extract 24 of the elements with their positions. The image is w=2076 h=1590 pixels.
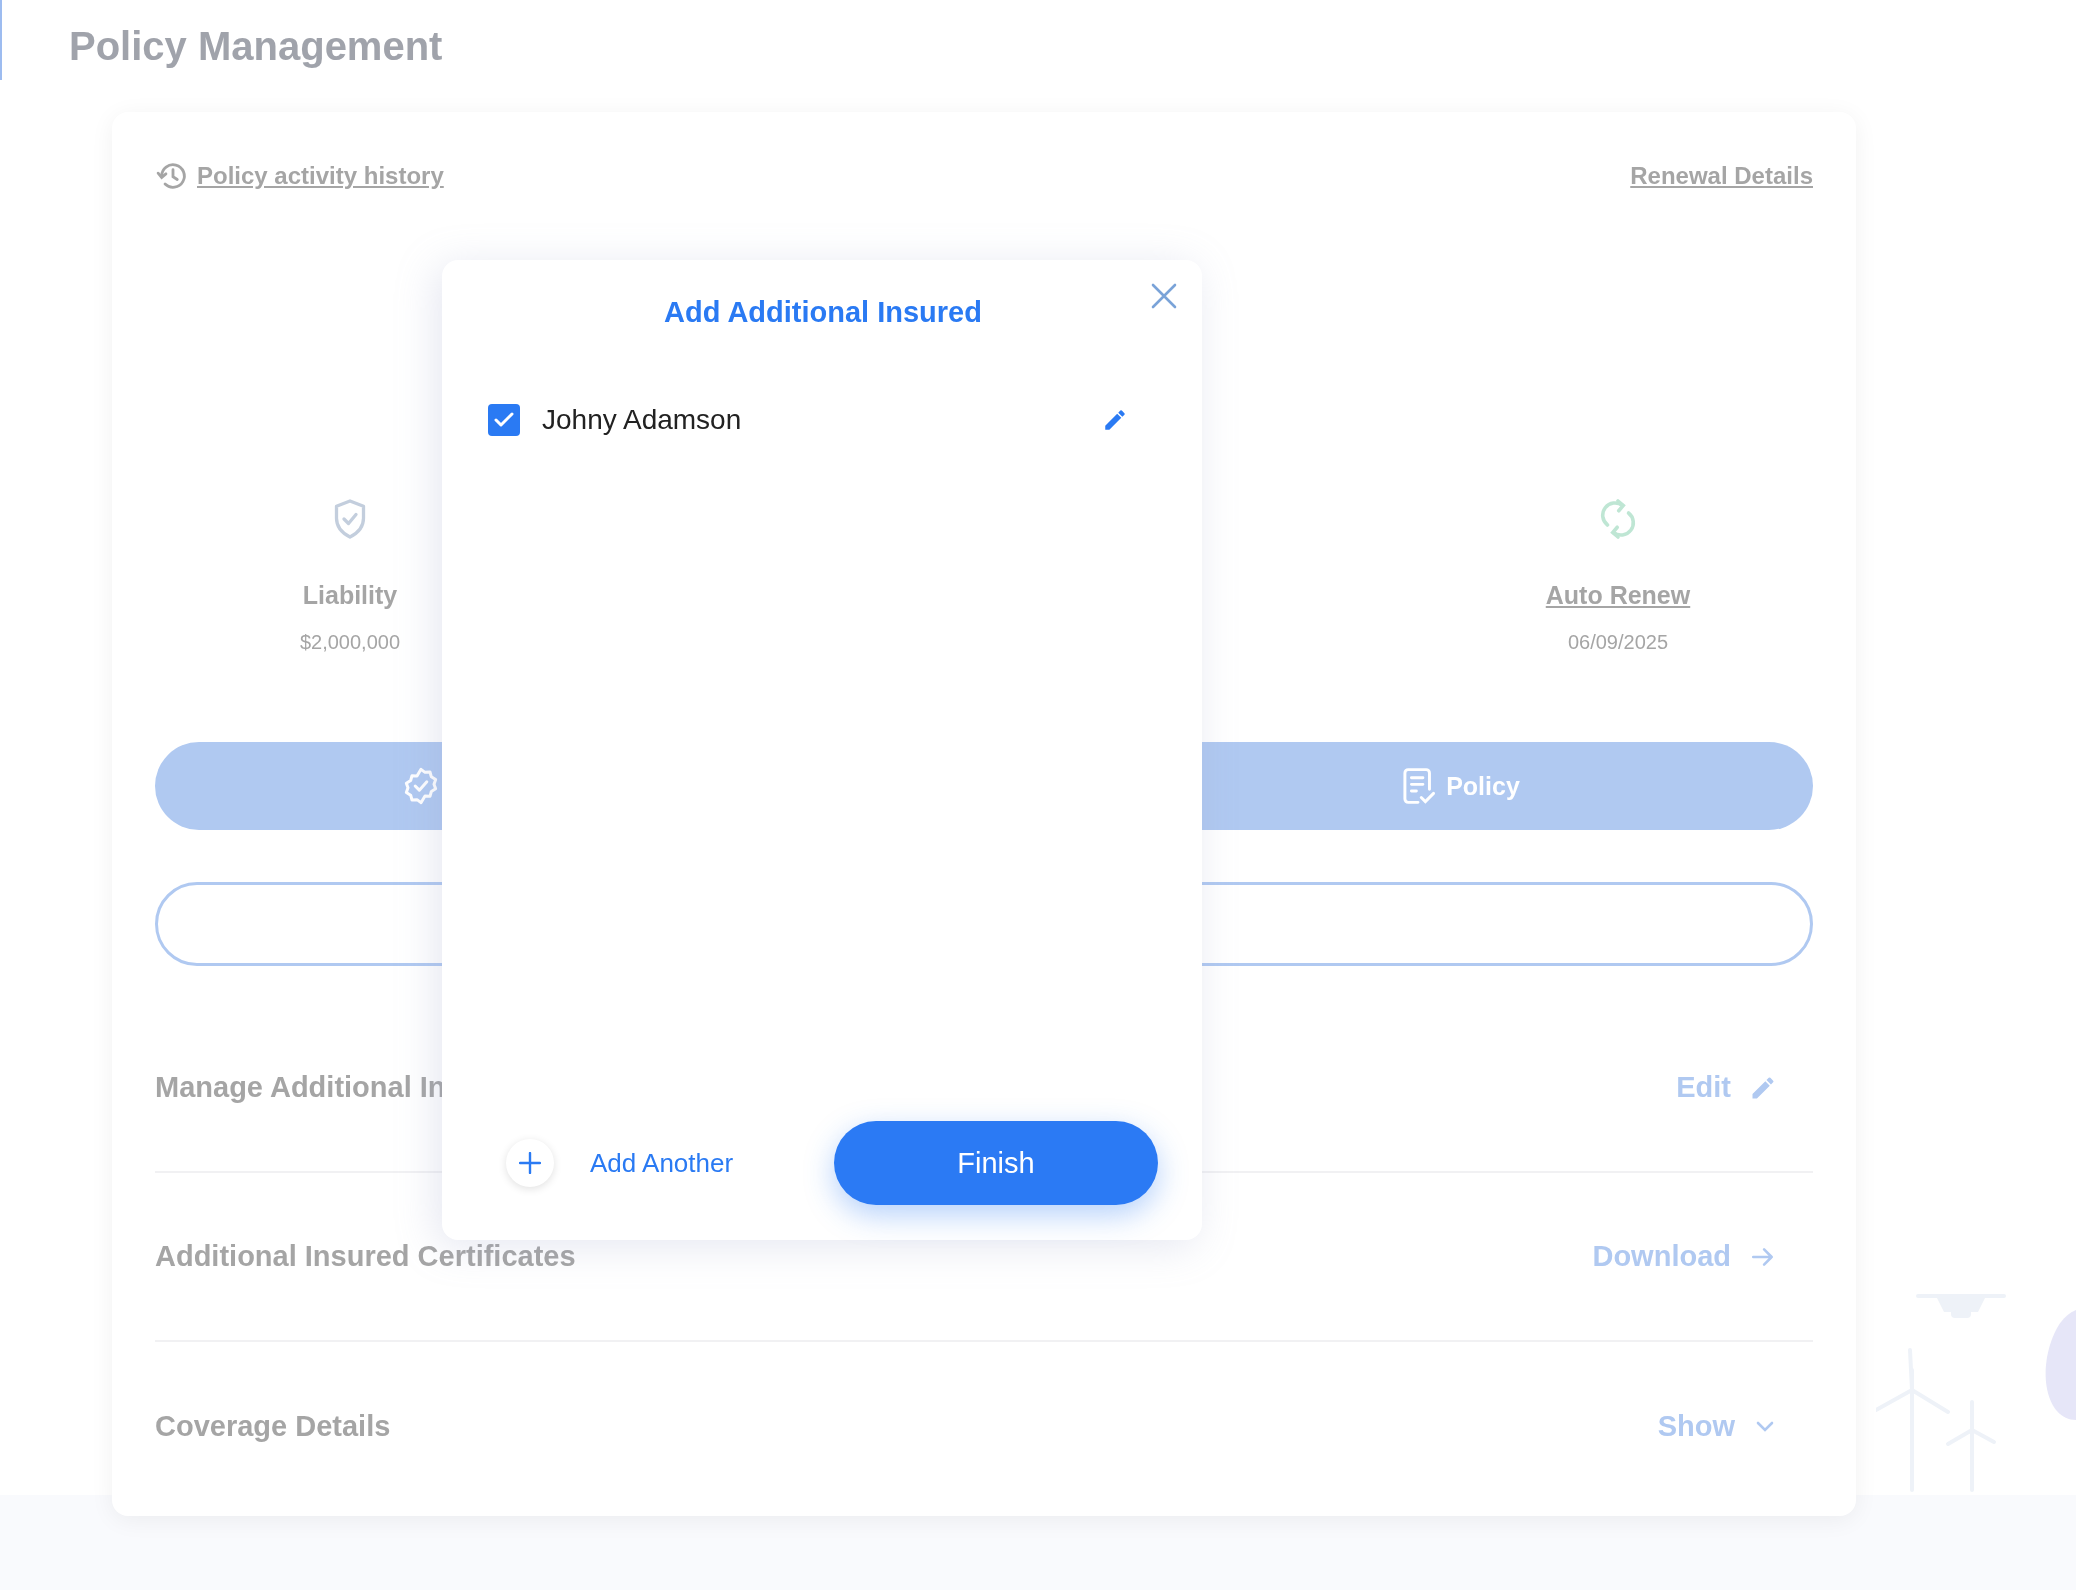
activity-history-link[interactable]: Policy activity history [197,162,444,190]
plus-icon [519,1152,541,1174]
refresh-icon [1600,497,1636,541]
insured-name: Johny Adamson [542,404,743,436]
stat-value: 06/09/2025 [1567,631,1669,654]
finish-button[interactable]: Finish [834,1121,1158,1205]
auto-renew-link[interactable]: Auto Renew [1545,581,1691,610]
add-another-link[interactable]: Add Another [590,1147,734,1179]
pencil-icon[interactable] [1102,407,1128,433]
show-toggle[interactable]: Show [1657,1410,1777,1443]
row-label: Coverage Details [155,1410,391,1443]
page-title: Policy Management [69,23,443,70]
renewal-details-link[interactable]: Renewal Details [1630,162,1813,190]
add-button[interactable] [506,1139,554,1187]
edit-link[interactable]: Edit [1676,1071,1777,1104]
stat-label: Liability [302,581,398,610]
download-link[interactable]: Download [1592,1240,1777,1273]
shield-check-icon [332,498,368,540]
checkbox[interactable] [488,404,520,436]
close-icon [1151,283,1177,309]
row-label: Additional Insured Certificates [155,1240,576,1273]
document-check-icon [1400,766,1437,806]
stat-value: $2,000,000 [299,631,401,654]
modal-title: Add Additional Insured [664,296,982,329]
